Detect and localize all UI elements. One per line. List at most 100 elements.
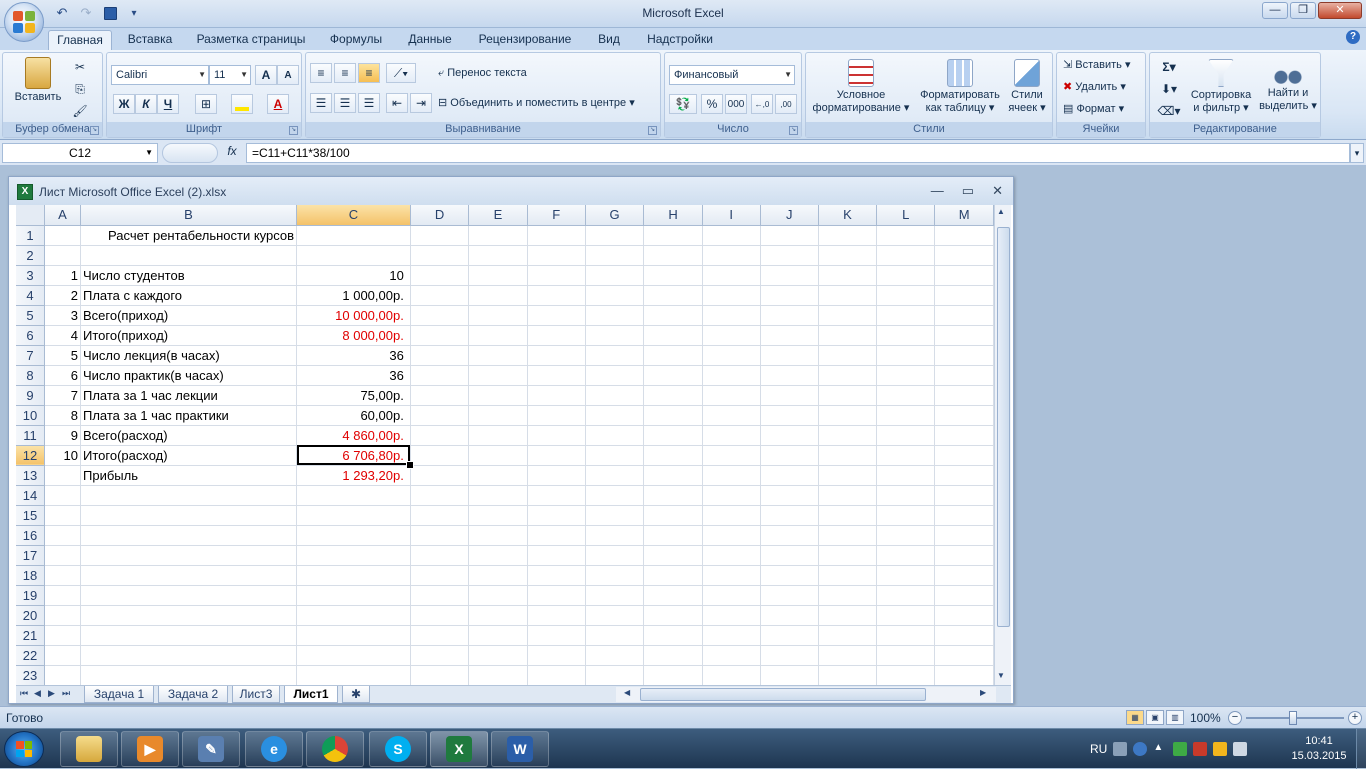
cell-empty[interactable] (934, 225, 994, 246)
cell-a[interactable]: 2 (44, 285, 82, 306)
row-header[interactable]: 20 (16, 605, 45, 626)
cell-empty[interactable] (527, 225, 586, 246)
conditional-format-button[interactable]: Условное форматирование ▾ (808, 59, 914, 115)
cell-empty[interactable] (410, 625, 470, 646)
cell-c[interactable]: 75,00р. (296, 385, 411, 406)
thousands-button[interactable]: 000 (725, 94, 747, 114)
tab-review[interactable]: Рецензирование (472, 30, 578, 50)
currency-icon[interactable]: 💱 (669, 94, 697, 114)
cell-styles-button[interactable]: Стили ячеек ▾ (1004, 59, 1050, 115)
cell-empty[interactable] (585, 445, 645, 466)
cell-c[interactable]: 10 (296, 265, 411, 286)
name-box[interactable]: C12 ▼ (2, 143, 158, 163)
cell-empty[interactable] (934, 545, 994, 566)
taskbar-chrome[interactable] (306, 731, 364, 767)
cell-empty[interactable] (585, 485, 645, 506)
expand-formula-bar-button[interactable]: ▾ (1350, 143, 1364, 163)
font-name-combo[interactable]: Calibri ▼ (111, 65, 209, 85)
cell-empty[interactable] (527, 605, 586, 626)
column-header-a[interactable]: A (44, 205, 82, 226)
taskbar-media-player[interactable]: ▶ (121, 731, 179, 767)
help-icon[interactable]: ? (1346, 30, 1360, 44)
cell-empty[interactable] (760, 445, 819, 466)
cell-empty[interactable] (527, 325, 586, 346)
cell-empty[interactable] (760, 385, 819, 406)
cell-empty[interactable] (876, 365, 936, 386)
cell-empty[interactable] (468, 445, 528, 466)
row-header[interactable]: 4 (16, 285, 45, 306)
cell-empty[interactable] (410, 425, 470, 446)
cell-empty[interactable] (702, 665, 761, 685)
row-header[interactable]: 8 (16, 365, 45, 386)
row-header[interactable]: 15 (16, 505, 45, 526)
workbook-maximize-button[interactable]: ▭ (962, 183, 974, 199)
cell-empty[interactable] (934, 325, 994, 346)
cell-empty[interactable] (585, 265, 645, 286)
clipboard-launcher[interactable]: ↘ (90, 126, 99, 135)
insert-function-button[interactable]: fx (222, 144, 242, 162)
cell-empty[interactable] (410, 545, 470, 566)
cell-empty[interactable] (934, 245, 994, 266)
row-header[interactable]: 16 (16, 525, 45, 546)
cell-empty[interactable] (876, 225, 936, 246)
cell-empty[interactable] (410, 265, 470, 286)
cell-empty[interactable] (643, 525, 703, 546)
cell-empty[interactable] (410, 605, 470, 626)
cell-empty[interactable] (643, 265, 703, 286)
cell-empty[interactable] (585, 565, 645, 586)
decrease-indent-icon[interactable]: ⇤ (386, 93, 408, 113)
delete-cells-button[interactable]: ✖ Удалить ▾ (1063, 81, 1126, 94)
insert-cells-button[interactable]: ⇲ Вставить ▾ (1063, 59, 1131, 72)
cell-empty[interactable] (702, 265, 761, 286)
cell-a[interactable] (44, 485, 82, 506)
column-header-k[interactable]: K (818, 205, 878, 226)
cell-empty[interactable] (760, 405, 819, 426)
cell-empty[interactable] (702, 645, 761, 666)
cell-empty[interactable] (527, 585, 586, 606)
cell-empty[interactable] (527, 425, 586, 446)
cell-b[interactable] (80, 565, 298, 586)
cell-empty[interactable] (818, 625, 878, 646)
cell-empty[interactable] (934, 665, 994, 685)
cell-empty[interactable] (527, 485, 586, 506)
cell-empty[interactable] (876, 385, 936, 406)
orientation-icon[interactable]: ⟋▾ (386, 63, 416, 83)
cell-empty[interactable] (643, 605, 703, 626)
wrap-text-button[interactable]: ⤶ Перенос текста (438, 67, 527, 80)
maximize-button[interactable]: ❐ (1290, 2, 1316, 19)
cell-empty[interactable] (818, 565, 878, 586)
cell-empty[interactable] (760, 505, 819, 526)
cell-empty[interactable] (468, 625, 528, 646)
cell-b[interactable] (80, 645, 298, 666)
cell-empty[interactable] (702, 625, 761, 646)
cell-empty[interactable] (818, 645, 878, 666)
row-header[interactable]: 22 (16, 645, 45, 666)
sheet-tab-task1[interactable]: Задача 1 (84, 686, 154, 703)
cell-empty[interactable] (934, 585, 994, 606)
cell-b[interactable] (80, 245, 298, 266)
cell-empty[interactable] (527, 445, 586, 466)
horizontal-scroll-thumb[interactable] (640, 688, 926, 701)
workbook-minimize-button[interactable]: — (931, 183, 944, 199)
cell-empty[interactable] (643, 325, 703, 346)
scroll-left-icon[interactable]: ◀ (624, 688, 630, 697)
row-header[interactable]: 18 (16, 565, 45, 586)
cell-empty[interactable] (643, 505, 703, 526)
cell-empty[interactable] (410, 285, 470, 306)
cell-empty[interactable] (527, 305, 586, 326)
cell-empty[interactable] (585, 545, 645, 566)
cell-empty[interactable] (934, 405, 994, 426)
cell-empty[interactable] (934, 465, 994, 486)
cell-empty[interactable] (643, 445, 703, 466)
cell-empty[interactable] (760, 345, 819, 366)
cut-icon[interactable]: ✂ (69, 57, 91, 77)
row-header[interactable]: 10 (16, 405, 45, 426)
cell-empty[interactable] (934, 505, 994, 526)
cell-empty[interactable] (527, 245, 586, 266)
cell-b[interactable] (80, 505, 298, 526)
row-header[interactable]: 19 (16, 585, 45, 606)
cell-a[interactable]: 9 (44, 425, 82, 446)
cell-empty[interactable] (818, 305, 878, 326)
grow-font-button[interactable]: A (255, 65, 277, 85)
cell-empty[interactable] (934, 425, 994, 446)
